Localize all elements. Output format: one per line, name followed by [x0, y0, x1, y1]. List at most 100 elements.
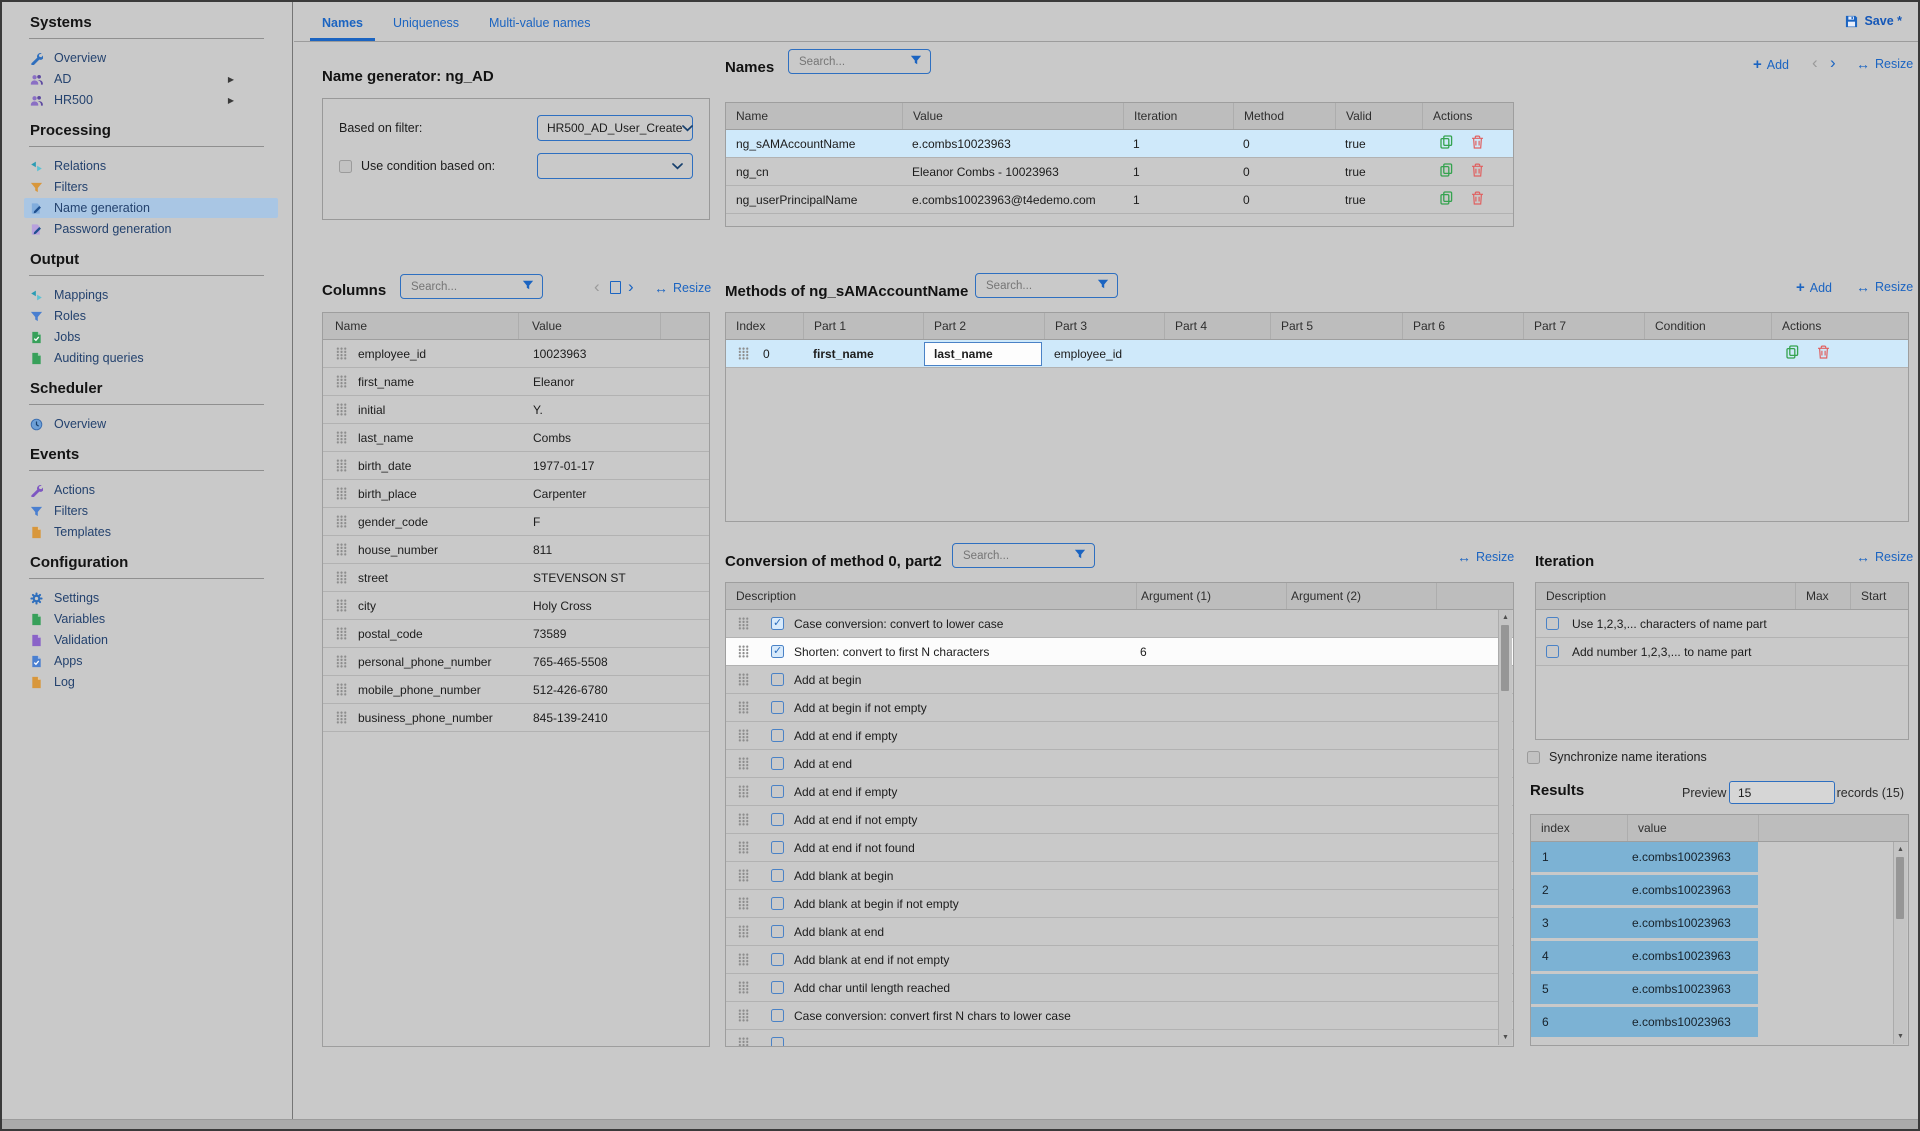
delete-icon[interactable] — [1471, 191, 1484, 208]
sidebar-item-password-generation[interactable]: Password generation — [24, 219, 278, 239]
conversion-checkbox[interactable] — [771, 869, 784, 882]
columns-table-row[interactable]: gender_code F — [323, 508, 709, 536]
drag-handle-icon[interactable] — [738, 841, 749, 854]
conversion-search[interactable] — [952, 543, 1095, 568]
drag-handle-icon[interactable] — [336, 627, 347, 640]
scrollbar-thumb[interactable] — [1896, 857, 1904, 919]
copy-icon[interactable] — [1440, 135, 1453, 152]
methods-table-row[interactable]: 0 first_name last_name employee_id — [726, 340, 1908, 368]
conversion-table-row[interactable]: Add blank at begin if not empty — [726, 890, 1513, 918]
iteration-checkbox[interactable] — [1546, 645, 1559, 658]
conversion-table-row[interactable]: Add at end if empty — [726, 778, 1513, 806]
results-table-row[interactable]: 2 e.combs10023963 — [1531, 875, 1908, 908]
scroll-up-icon[interactable]: ▲ — [1499, 611, 1512, 624]
drag-handle-icon[interactable] — [336, 515, 347, 528]
columns-table-row[interactable]: initial Y. — [323, 396, 709, 424]
conversion-checkbox[interactable] — [771, 1009, 784, 1022]
conversion-checkbox[interactable] — [771, 953, 784, 966]
drag-handle-icon[interactable] — [336, 403, 347, 416]
drag-handle-icon[interactable] — [738, 757, 749, 770]
sidebar-item-scheduler-overview[interactable]: Overview — [24, 414, 278, 434]
conversion-checkbox[interactable] — [771, 1037, 784, 1047]
conversion-checkbox[interactable] — [771, 617, 784, 630]
sidebar-item-templates[interactable]: Templates — [24, 522, 278, 542]
chevron-left-icon[interactable]: ‹ — [594, 278, 600, 295]
drag-handle-icon[interactable] — [738, 673, 749, 686]
filter-dropdown[interactable]: HR500_AD_User_Create — [537, 115, 693, 141]
results-scrollbar[interactable]: ▲ ▼ — [1893, 842, 1907, 1044]
drag-handle-icon[interactable] — [336, 375, 347, 388]
conversion-checkbox[interactable] — [771, 757, 784, 770]
drag-handle-icon[interactable] — [738, 1009, 749, 1022]
conversion-checkbox[interactable] — [771, 645, 784, 658]
tab-uniqueness[interactable]: Uniqueness — [393, 16, 459, 41]
part1-cell[interactable]: first_name — [803, 347, 923, 361]
columns-table-row[interactable]: business_phone_number 845-139-2410 — [323, 704, 709, 732]
sidebar-item-overview[interactable]: Overview — [24, 48, 278, 68]
delete-icon[interactable] — [1471, 163, 1484, 180]
methods-resize-button[interactable]: ↔Resize — [1856, 280, 1913, 294]
drag-handle-icon[interactable] — [738, 785, 749, 798]
drag-handle-icon[interactable] — [336, 571, 347, 584]
conversion-checkbox[interactable] — [771, 701, 784, 714]
sidebar-item-jobs[interactable]: Jobs — [24, 327, 278, 347]
columns-table-row[interactable]: first_name Eleanor — [323, 368, 709, 396]
drag-handle-icon[interactable] — [738, 701, 749, 714]
results-table-row[interactable]: 3 e.combs10023963 — [1531, 908, 1908, 941]
tab-names[interactable]: Names — [322, 16, 363, 41]
drag-handle-icon[interactable] — [738, 869, 749, 882]
results-table-row[interactable]: 6 e.combs10023963 — [1531, 1007, 1908, 1040]
conversion-scrollbar[interactable]: ▲ ▼ — [1498, 610, 1512, 1045]
columns-table-row[interactable]: personal_phone_number 765-465-5508 — [323, 648, 709, 676]
drag-handle-icon[interactable] — [738, 953, 749, 966]
copy-icon[interactable] — [1440, 191, 1453, 208]
drag-handle-icon[interactable] — [738, 347, 749, 360]
conversion-table-row[interactable]: Add at end if not empty — [726, 806, 1513, 834]
conversion-table-row[interactable]: Case conversion: convert first N chars t… — [726, 1002, 1513, 1030]
sidebar-item-roles[interactable]: Roles — [24, 306, 278, 326]
conversion-checkbox[interactable] — [771, 925, 784, 938]
sidebar-item-filters[interactable]: Filters — [24, 177, 278, 197]
scroll-down-icon[interactable]: ▼ — [1894, 1030, 1907, 1043]
sidebar-item-variables[interactable]: Variables — [24, 609, 278, 629]
conversion-table-row[interactable]: Shorten: convert to first N characters 6 — [726, 638, 1513, 666]
condition-dropdown[interactable] — [537, 153, 693, 179]
conversion-checkbox[interactable] — [771, 673, 784, 686]
drag-handle-icon[interactable] — [336, 599, 347, 612]
drag-handle-icon[interactable] — [336, 655, 347, 668]
names-search[interactable] — [788, 49, 931, 74]
use-condition-checkbox[interactable] — [339, 160, 352, 173]
page-indicator-icon[interactable] — [610, 281, 621, 294]
conversion-checkbox[interactable] — [771, 785, 784, 798]
columns-table-row[interactable]: city Holy Cross — [323, 592, 709, 620]
sidebar-item-name-generation[interactable]: Name generation — [24, 198, 278, 218]
methods-search-input[interactable] — [984, 279, 1097, 293]
iteration-checkbox[interactable] — [1546, 617, 1559, 630]
conversion-table-row[interactable]: Add at end — [726, 750, 1513, 778]
sidebar-item-ad[interactable]: AD ▶ — [24, 69, 278, 89]
names-add-button[interactable]: +Add — [1753, 57, 1789, 72]
sidebar-item-apps[interactable]: Apps — [24, 651, 278, 671]
chevron-right-icon[interactable]: › — [628, 278, 634, 295]
drag-handle-icon[interactable] — [336, 487, 347, 500]
drag-handle-icon[interactable] — [738, 981, 749, 994]
scroll-down-icon[interactable]: ▼ — [1499, 1031, 1512, 1044]
results-table-row[interactable]: 4 e.combs10023963 — [1531, 941, 1908, 974]
drag-handle-icon[interactable] — [738, 925, 749, 938]
conversion-table-row[interactable]: Add at begin if not empty — [726, 694, 1513, 722]
conversion-table-row[interactable]: Add at end if empty — [726, 722, 1513, 750]
drag-handle-icon[interactable] — [336, 431, 347, 444]
names-table-row[interactable]: ng_userPrincipalName e.combs10023963@t4e… — [726, 186, 1513, 214]
drag-handle-icon[interactable] — [336, 711, 347, 724]
drag-handle-icon[interactable] — [336, 543, 347, 556]
tab-multi-value-names[interactable]: Multi-value names — [489, 16, 590, 41]
names-table-row[interactable]: ng_cn Eleanor Combs - 10023963 1 0 true — [726, 158, 1513, 186]
columns-table-row[interactable]: street STEVENSON ST — [323, 564, 709, 592]
columns-table-row[interactable]: last_name Combs — [323, 424, 709, 452]
conversion-checkbox[interactable] — [771, 897, 784, 910]
conversion-table-row[interactable] — [726, 1030, 1513, 1047]
sidebar-item-settings[interactable]: Settings — [24, 588, 278, 608]
sidebar-item-hr500[interactable]: HR500 ▶ — [24, 90, 278, 110]
sidebar-item-actions[interactable]: Actions — [24, 480, 278, 500]
columns-search-input[interactable] — [409, 280, 522, 294]
